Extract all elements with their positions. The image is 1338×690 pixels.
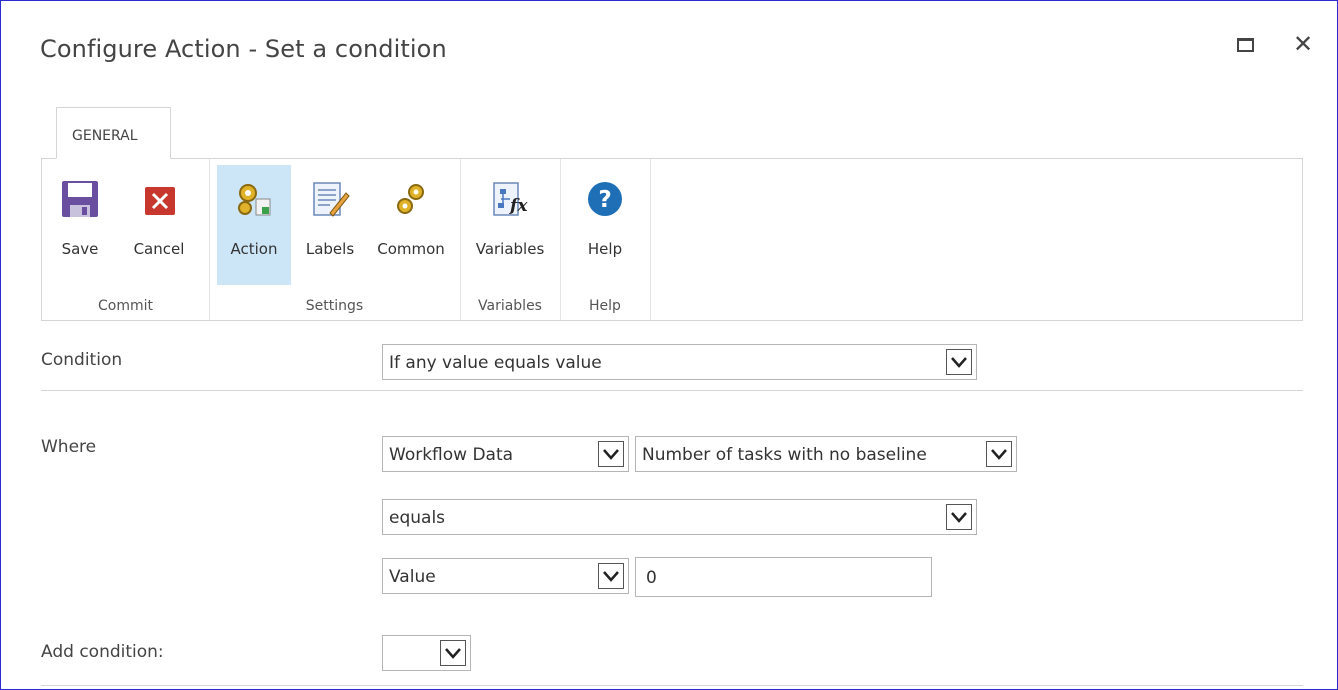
configure-action-dialog: Configure Action - Set a condition ✕ GEN… [0,0,1338,690]
where-label: Where [41,437,97,457]
chevron-down-icon[interactable] [946,504,972,530]
tab-general-label: GENERAL [72,128,138,144]
dialog-title: Configure Action - Set a condition [40,35,447,63]
action-button[interactable]: Action [217,165,291,285]
close-icon[interactable]: ✕ [1291,32,1315,57]
common-label: Common [377,240,445,258]
variables-button[interactable]: fx Variables [466,165,554,285]
svg-text:?: ? [598,187,611,213]
help-group-label: Help [589,298,621,314]
cancel-label: Cancel [133,240,185,258]
variables-group-label: Variables [478,298,542,314]
add-condition-select[interactable] [382,635,471,671]
add-condition-label: Add condition: [41,642,164,662]
help-label: Help [587,240,623,258]
condition-label: Condition [41,350,123,370]
ribbon-group-commit: Save Cancel Commit [42,159,210,320]
labels-icon [313,182,350,217]
where-source-select[interactable]: Workflow Data [382,436,629,472]
chevron-down-icon[interactable] [440,640,466,666]
chevron-down-icon[interactable] [598,563,624,589]
value-input[interactable]: 0 [635,557,932,597]
chevron-down-icon[interactable] [598,441,624,467]
value-input-text: 0 [646,568,657,588]
help-button[interactable]: ? Help [572,165,638,285]
variables-label: Variables [475,240,545,258]
ribbon-group-settings: Action Labels Common Settings [209,159,461,320]
where-field-value: Number of tasks with no baseline [642,445,927,465]
where-source-value: Workflow Data [389,445,514,465]
ribbon-group-variables: fx Variables Variables [460,159,561,320]
where-field-select[interactable]: Number of tasks with no baseline [635,436,1017,472]
labels-label: Labels [305,240,355,258]
commit-group-label: Commit [98,298,153,314]
settings-group-label: Settings [305,298,364,314]
operator-value: equals [389,508,446,528]
action-gears-icon [238,184,271,216]
cancel-icon [145,187,175,215]
divider [41,390,1303,391]
action-label: Action [230,240,278,258]
save-label: Save [61,240,99,258]
value-type-select[interactable]: Value [382,558,629,594]
condition-select[interactable]: If any value equals value [382,344,977,380]
help-icon: ? [588,182,622,216]
divider [41,685,1303,686]
ribbon-group-help: ? Help Help [560,159,651,320]
maximize-icon[interactable] [1233,33,1257,57]
chevron-down-icon[interactable] [946,349,972,375]
tab-general[interactable]: GENERAL [56,107,171,159]
svg-text:fx: fx [509,196,528,216]
variables-fx-icon: fx [493,182,528,216]
condition-value: If any value equals value [389,353,602,373]
common-gears-icon [397,184,424,214]
labels-button[interactable]: Labels [299,165,361,285]
chevron-down-icon[interactable] [986,441,1012,467]
value-type-value: Value [389,567,436,587]
save-icon [62,181,98,217]
ribbon: Save Cancel Commit Action Labels Common … [41,158,1303,321]
operator-select[interactable]: equals [382,499,977,535]
common-button[interactable]: Common [369,165,453,285]
save-button[interactable]: Save [50,165,110,285]
cancel-button[interactable]: Cancel [124,165,194,285]
